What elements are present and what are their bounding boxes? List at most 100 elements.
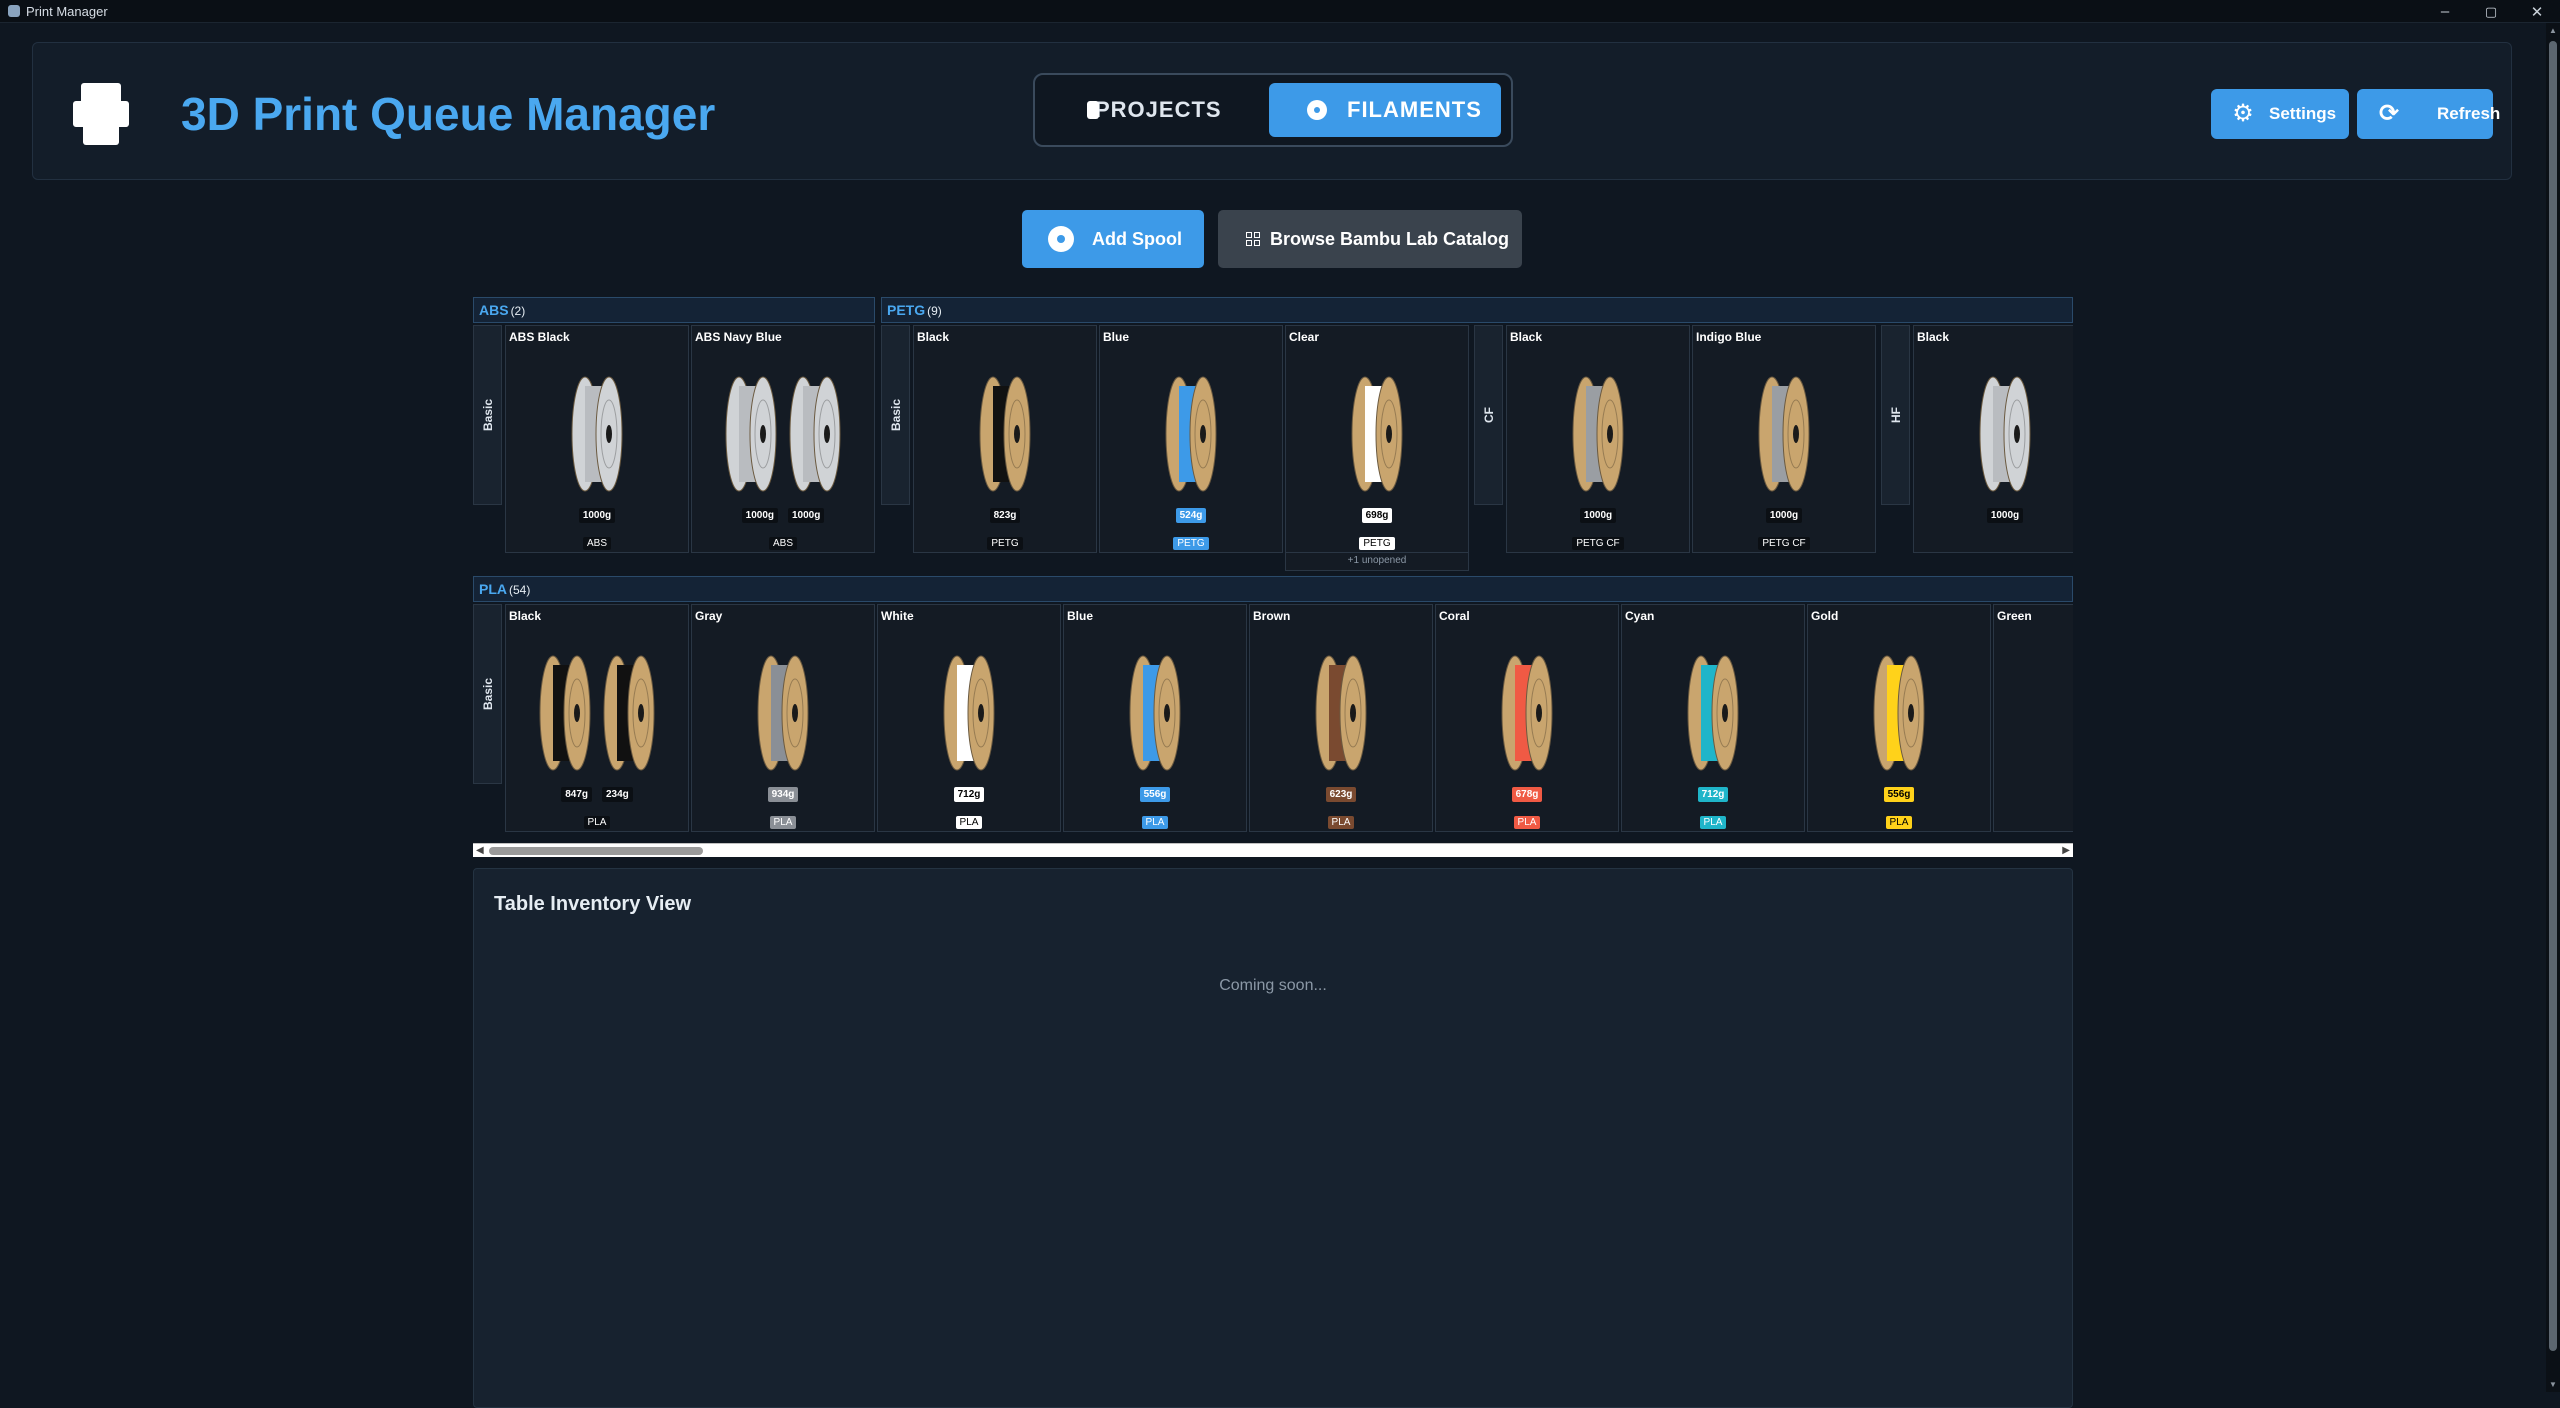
subgroup-label: CF bbox=[1474, 325, 1503, 505]
filament-name: Clear bbox=[1289, 330, 1320, 344]
spool[interactable] bbox=[1349, 374, 1405, 494]
scrollbar-thumb[interactable] bbox=[2549, 41, 2557, 1351]
material-group-header: PETG (9) bbox=[881, 297, 2073, 323]
subgroup-label: Basic bbox=[473, 604, 502, 784]
spool[interactable] bbox=[1499, 653, 1555, 773]
spool[interactable] bbox=[1127, 653, 1183, 773]
filament-card[interactable]: ABS Black 1000g ABS bbox=[505, 325, 689, 553]
spool-icon bbox=[725, 376, 777, 492]
weight-list: 678g bbox=[1436, 787, 1618, 802]
filament-card[interactable]: Blue 556g PLA bbox=[1063, 604, 1247, 832]
minimize-button[interactable]: – bbox=[2422, 0, 2468, 23]
settings-button[interactable]: ⚙ Settings bbox=[2211, 89, 2349, 139]
spool-icon bbox=[1165, 376, 1217, 492]
close-button[interactable]: ✕ bbox=[2514, 0, 2560, 23]
spool-stack bbox=[506, 653, 688, 773]
spool[interactable] bbox=[1313, 653, 1369, 773]
filament-card[interactable]: Blue 524g PETG bbox=[1099, 325, 1283, 553]
filament-card[interactable]: Clear 698g PETG bbox=[1285, 325, 1469, 553]
horizontal-scrollbar[interactable]: ◀ ▶ bbox=[473, 843, 2073, 857]
weight-list: 524g bbox=[1100, 508, 1282, 523]
spool[interactable] bbox=[1977, 374, 2033, 494]
filament-card[interactable]: Indigo Blue 1000g PETG CF bbox=[1692, 325, 1876, 553]
filament-card[interactable]: Black 847g 234g PLA bbox=[505, 604, 689, 832]
material-badge: PLA bbox=[583, 816, 611, 829]
spool[interactable] bbox=[755, 653, 811, 773]
spool[interactable] bbox=[1163, 374, 1219, 494]
material-badge: ABS bbox=[582, 537, 611, 550]
grid-icon bbox=[1246, 232, 1260, 246]
spool-stack bbox=[1100, 374, 1282, 494]
vertical-scrollbar[interactable]: ▲ ▼ bbox=[2546, 23, 2560, 1392]
spool-stack bbox=[914, 374, 1096, 494]
projects-icon bbox=[1087, 101, 1099, 119]
spool-icon bbox=[1129, 655, 1181, 771]
filament-card[interactable]: ABS Navy Blue 1000g 1000g ABS bbox=[691, 325, 875, 553]
weight-list: 623g bbox=[1250, 787, 1432, 802]
spool[interactable] bbox=[1570, 374, 1626, 494]
scroll-left-arrow-icon[interactable]: ◀ bbox=[476, 845, 484, 856]
weight-badge: 847g bbox=[561, 787, 592, 802]
material-row: PETG CF bbox=[1507, 537, 1689, 550]
filament-card[interactable]: Black 1000g bbox=[1913, 325, 2073, 553]
unopened-note: +1 unopened bbox=[1285, 553, 1469, 571]
weight-list: 1000g bbox=[1914, 508, 2073, 523]
browse-catalog-button[interactable]: Browse Bambu Lab Catalog bbox=[1218, 210, 1522, 268]
weight-list: 823g bbox=[914, 508, 1096, 523]
scroll-right-arrow-icon[interactable]: ▶ bbox=[2062, 845, 2070, 856]
material-badge: PLA bbox=[1141, 816, 1169, 829]
filament-card[interactable]: Black 1000g PETG CF bbox=[1506, 325, 1690, 553]
refresh-button[interactable]: ⟳ Refresh bbox=[2357, 89, 2500, 139]
subgroup-label: Basic bbox=[473, 325, 502, 505]
spool[interactable] bbox=[1685, 653, 1741, 773]
spool[interactable] bbox=[977, 374, 1033, 494]
weight-badge: 823g bbox=[989, 508, 1021, 523]
tab-filaments[interactable]: FILAMENTS bbox=[1269, 83, 1501, 137]
filament-card[interactable]: Gold 556g PLA bbox=[1807, 604, 1991, 832]
spool-icon bbox=[1758, 376, 1810, 492]
filament-card[interactable]: Black 823g PETG bbox=[913, 325, 1097, 553]
tab-projects[interactable]: PROJECTS bbox=[1045, 83, 1265, 137]
spool-icon bbox=[757, 655, 809, 771]
material-group-count: (2) bbox=[510, 304, 526, 318]
spool[interactable] bbox=[1756, 374, 1812, 494]
weight-badge: 234g bbox=[602, 787, 633, 802]
maximize-button[interactable]: ▢ bbox=[2468, 0, 2514, 23]
spool-icon bbox=[979, 376, 1031, 492]
weight-list: 847g 234g bbox=[506, 787, 688, 802]
filament-name: Brown bbox=[1253, 609, 1291, 623]
spool-stack bbox=[1808, 653, 1990, 773]
filament-card[interactable]: Cyan 712g PLA bbox=[1621, 604, 1805, 832]
spool[interactable] bbox=[787, 374, 843, 494]
weight-badge: 1000g bbox=[1986, 508, 2024, 523]
spool[interactable] bbox=[723, 374, 779, 494]
filament-card[interactable]: Gray 934g PLA bbox=[691, 604, 875, 832]
filament-card[interactable]: Brown 623g PLA bbox=[1249, 604, 1433, 832]
weight-list: 1000g bbox=[506, 508, 688, 523]
weight-badge: 712g bbox=[953, 787, 985, 802]
spool[interactable] bbox=[537, 653, 593, 773]
add-spool-button[interactable]: Add Spool bbox=[1022, 210, 1204, 268]
filament-card[interactable]: Coral 678g PLA bbox=[1435, 604, 1619, 832]
filament-card[interactable]: Green bbox=[1993, 604, 2073, 832]
subgroup-label: Basic bbox=[881, 325, 910, 505]
horizontal-scrollbar-thumb[interactable] bbox=[489, 847, 703, 855]
spool-stack bbox=[506, 374, 688, 494]
scroll-down-arrow-icon[interactable]: ▼ bbox=[2548, 1380, 2558, 1389]
weight-badge: 623g bbox=[1325, 787, 1357, 802]
scroll-up-arrow-icon[interactable]: ▲ bbox=[2548, 26, 2558, 35]
material-badge: PETG bbox=[1359, 537, 1395, 550]
spool[interactable] bbox=[941, 653, 997, 773]
filament-name: Black bbox=[1917, 330, 1950, 344]
spool[interactable] bbox=[1871, 653, 1927, 773]
filament-card[interactable]: White 712g PLA bbox=[877, 604, 1061, 832]
material-row: PLA bbox=[1808, 816, 1990, 829]
spool[interactable] bbox=[601, 653, 657, 773]
page-title: 3D Print Queue Manager bbox=[181, 88, 716, 140]
spool-icon bbox=[1687, 655, 1739, 771]
spool[interactable] bbox=[569, 374, 625, 494]
weight-badge: 1000g bbox=[741, 508, 778, 523]
spool-icon bbox=[1979, 376, 2031, 492]
refresh-icon: ⟳ bbox=[2378, 100, 2400, 127]
filament-shelf[interactable]: Basic ABS Black 1000g ABS ABS Navy Blue 1000g… bbox=[473, 297, 2073, 847]
